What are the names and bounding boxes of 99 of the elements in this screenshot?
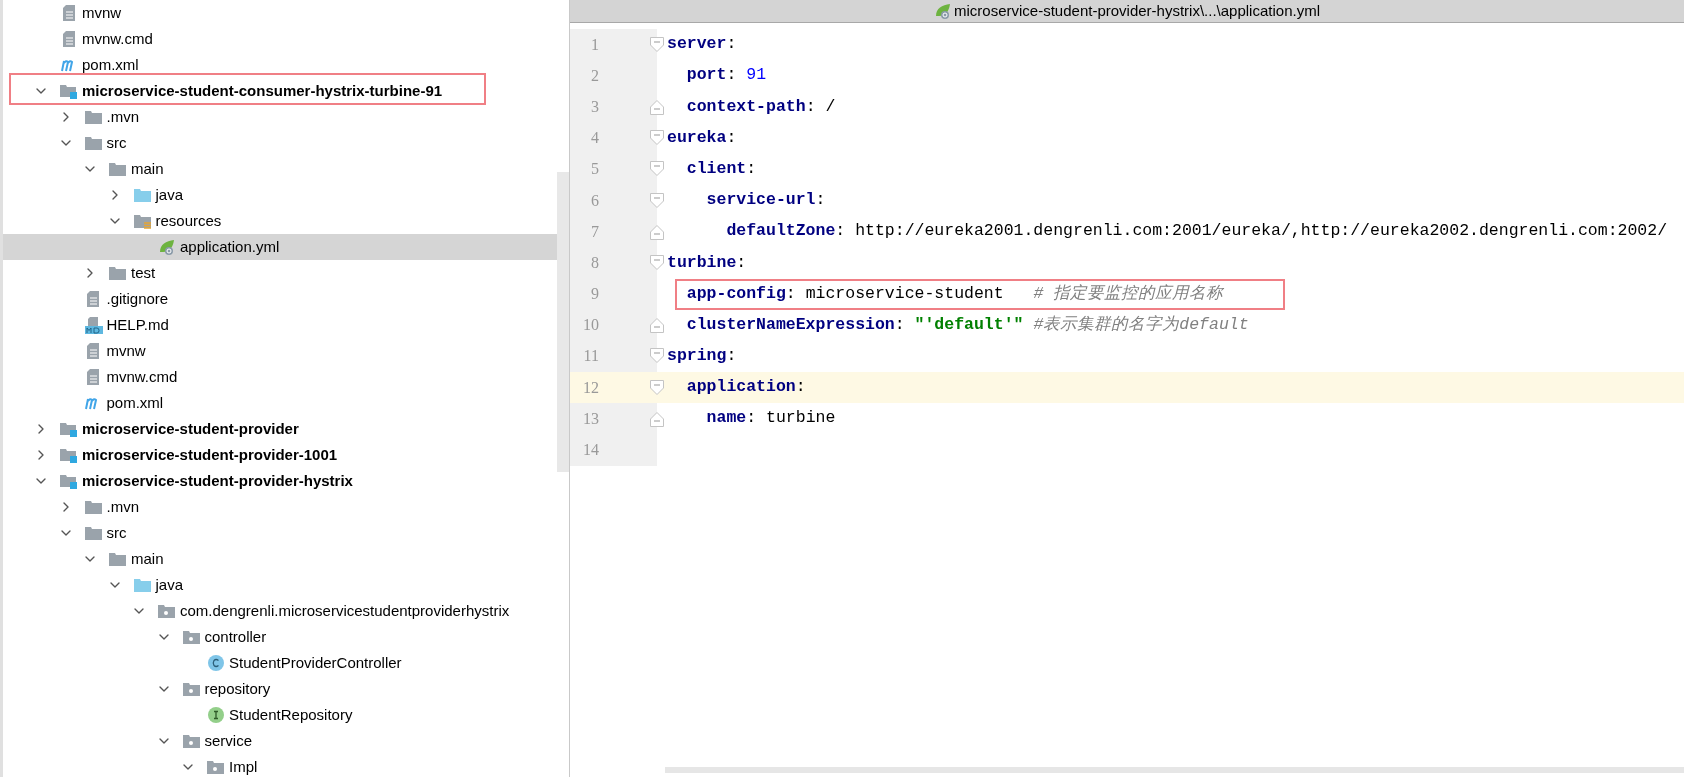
tree-item[interactable]: StudentProviderController — [3, 650, 557, 676]
code-line: port: 91 — [685, 64, 767, 87]
file-icon — [61, 30, 76, 48]
line-number: 9 — [590, 284, 599, 305]
line-number: 5 — [590, 159, 599, 180]
line-number: 12 — [582, 377, 599, 398]
line-number: 3 — [590, 96, 599, 117]
spring-leaf-icon — [157, 238, 176, 256]
fold-marker-icon[interactable] — [649, 253, 665, 272]
code-line: eureka: — [666, 126, 737, 149]
fold-marker-icon[interactable] — [649, 409, 665, 428]
fold-marker-icon[interactable] — [649, 378, 665, 397]
tree-item[interactable]: .mvn — [3, 494, 557, 520]
code-line: app-config: microservice-student # 指定要监控的应用名称 — [685, 282, 1224, 305]
tree-item[interactable]: main — [3, 156, 557, 182]
folder-icon — [83, 109, 103, 125]
tree-item[interactable]: controller — [3, 624, 557, 650]
code-line: server: — [666, 33, 737, 56]
tree-item[interactable]: mvnw.cmd — [3, 364, 557, 390]
fold-marker-icon[interactable] — [649, 35, 665, 54]
horizontal-scrollbar[interactable] — [665, 767, 1684, 773]
code-line: service-url: — [705, 189, 826, 212]
scrollbar-thumb[interactable] — [557, 172, 569, 472]
file-icon — [86, 368, 100, 386]
code-line: defaultZone: http://eureka2001.dengrenli.com:2001/eureka/,http://eureka2002.dengrenli.com:2002/ — [725, 220, 1668, 243]
line-number: 1 — [590, 34, 599, 55]
tree-item[interactable]: main — [3, 546, 557, 572]
fold-marker-icon[interactable] — [649, 129, 665, 148]
line-number: 10 — [582, 315, 599, 336]
interface-icon — [206, 706, 225, 724]
tree-item[interactable]: resources — [3, 208, 557, 234]
tree-item[interactable]: src — [3, 130, 557, 156]
tree-item[interactable]: .mvn — [3, 104, 557, 130]
folder-icon — [83, 499, 103, 515]
module-folder-icon — [59, 420, 78, 438]
code-line: client: — [685, 157, 757, 180]
package-folder-icon — [181, 629, 201, 645]
fold-marker-icon[interactable] — [649, 347, 665, 366]
tree-item[interactable]: Impl — [3, 754, 557, 777]
line-number: 4 — [590, 128, 599, 149]
fold-marker-icon[interactable] — [649, 222, 665, 241]
module-folder-icon — [59, 472, 78, 490]
editor-tab[interactable]: microservice-student-provider-hystrix\...\application.yml — [934, 0, 1320, 23]
tree-item[interactable]: java — [3, 572, 557, 598]
spring-leaf-icon — [934, 2, 952, 20]
module-folder-icon — [59, 82, 78, 100]
line-number: 14 — [582, 440, 599, 461]
class-icon — [206, 654, 225, 672]
file-icon — [86, 342, 100, 360]
tree-item[interactable]: test — [3, 260, 557, 286]
file-icon — [61, 4, 76, 22]
tree-item[interactable]: microservice-student-consumer-hystrix-turbine-91 — [3, 78, 557, 104]
line-number: 7 — [590, 221, 599, 242]
tree-item[interactable]: mvnw — [3, 338, 557, 364]
resources-folder-icon — [132, 212, 152, 230]
folder-icon — [108, 551, 127, 567]
package-folder-icon — [181, 733, 201, 749]
tree-item[interactable]: service — [3, 728, 557, 754]
module-folder-icon — [59, 446, 78, 464]
tree-item[interactable]: java — [3, 182, 557, 208]
fold-marker-icon[interactable] — [649, 316, 665, 335]
line-number: 8 — [590, 252, 599, 273]
tree-item[interactable]: pom.xml — [3, 390, 557, 416]
line-number: 6 — [590, 190, 599, 211]
tree-item[interactable]: HELP.md — [3, 312, 557, 338]
source-folder-icon — [132, 187, 152, 203]
fold-marker-icon[interactable] — [649, 160, 665, 179]
file-icon — [86, 290, 100, 308]
source-folder-icon — [132, 577, 152, 593]
tree-item[interactable]: microservice-student-provider-hystrix — [3, 468, 557, 494]
tree-item[interactable]: .gitignore — [3, 286, 557, 312]
folder-icon — [108, 161, 127, 177]
folder-icon — [83, 525, 103, 541]
code-line: clusterNameExpression: "'default'" #表示集群的名字为default — [685, 313, 1249, 336]
tree-item[interactable]: mvnw — [3, 0, 557, 26]
code-line: application: — [685, 376, 806, 399]
code-line: turbine: — [666, 251, 747, 274]
line-number: 2 — [590, 65, 599, 86]
package-folder-icon — [157, 603, 176, 619]
tree-item[interactable]: mvnw.cmd — [3, 26, 557, 52]
fold-marker-icon[interactable] — [649, 97, 665, 116]
folder-icon — [108, 265, 127, 281]
tree-item[interactable]: pom.xml — [3, 52, 557, 78]
code-line: spring: — [666, 345, 737, 368]
tree-item[interactable]: repository — [3, 676, 557, 702]
tree-item[interactable]: StudentRepository — [3, 702, 557, 728]
package-folder-icon — [181, 681, 201, 697]
folder-icon — [83, 135, 103, 151]
tree-item[interactable]: src — [3, 520, 557, 546]
fold-marker-icon[interactable] — [649, 191, 665, 210]
tree-item[interactable]: microservice-student-provider-1001 — [3, 442, 557, 468]
code-line: context-path: / — [685, 95, 836, 118]
line-number: 11 — [582, 346, 599, 367]
tree-item[interactable]: microservice-student-provider — [3, 416, 557, 442]
code-line: name: turbine — [705, 407, 836, 430]
line-number: 13 — [582, 408, 599, 429]
markdown-file-icon — [83, 316, 103, 334]
tree-item[interactable]: application.yml — [3, 234, 557, 260]
tree-item[interactable]: com.dengrenli.microservicestudentproviderhystrix — [3, 598, 557, 624]
